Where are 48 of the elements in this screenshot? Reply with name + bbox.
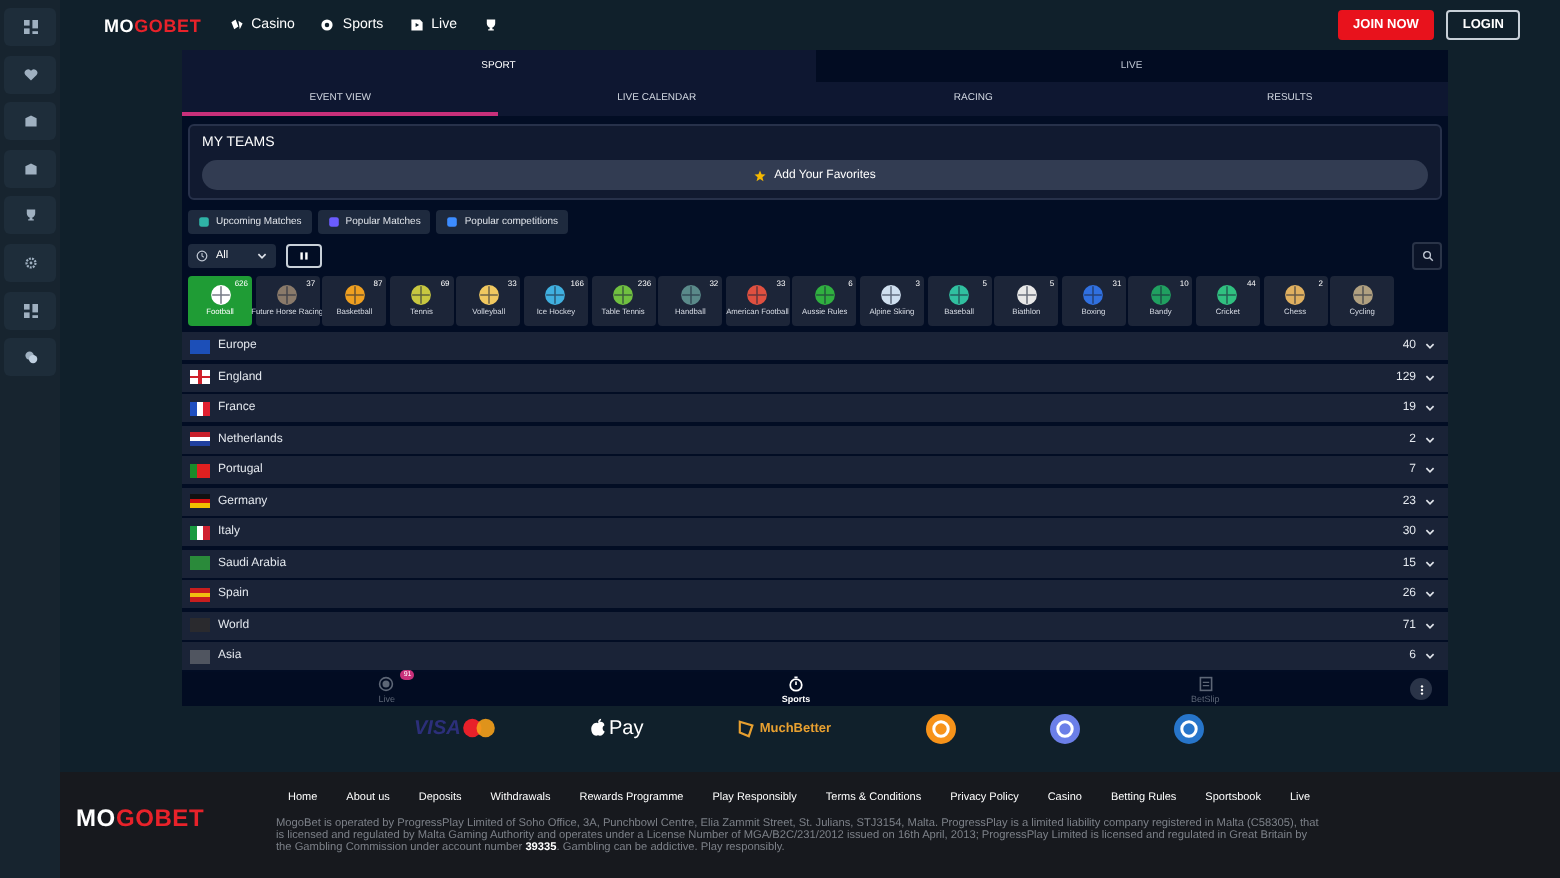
heart-button[interactable] — [4, 55, 56, 94]
receipt-icon — [1197, 675, 1214, 691]
live-icon — [378, 675, 395, 691]
chevron-down-icon — [1424, 464, 1436, 476]
chevron-down-icon — [1424, 526, 1436, 538]
grid-button[interactable] — [4, 291, 56, 330]
grid-icon — [23, 20, 37, 34]
building-icon — [23, 114, 37, 129]
settings-button[interactable] — [4, 243, 56, 282]
more-button[interactable] — [1410, 678, 1433, 700]
chevron-down-icon — [1424, 588, 1436, 600]
grid-button[interactable] — [4, 8, 56, 46]
chevron-down-icon — [1424, 340, 1436, 352]
heart-icon — [23, 67, 37, 82]
chips-button[interactable] — [4, 338, 56, 377]
settings-icon — [23, 255, 37, 270]
chevron-down-icon — [1424, 650, 1436, 662]
chevron-down-icon — [256, 250, 268, 262]
chevron-down-icon — [1424, 371, 1436, 383]
chevron-down-icon — [1424, 402, 1436, 414]
trophy-button[interactable] — [483, 18, 497, 32]
mogobet-logo[interactable]: MOGOBET — [76, 804, 205, 832]
trophy-button[interactable] — [4, 196, 56, 235]
clock-icon — [196, 250, 208, 262]
cards-icon — [229, 18, 244, 32]
building-button[interactable] — [4, 102, 56, 141]
chevron-down-icon — [1424, 433, 1436, 445]
chevron-down-icon — [1424, 619, 1436, 631]
chips-icon — [23, 350, 37, 365]
apple-pay-logo: Pay — [590, 717, 644, 739]
search-icon — [1421, 250, 1433, 262]
building-button[interactable] — [4, 149, 56, 188]
view-toggle-button[interactable] — [286, 244, 322, 268]
search-button[interactable] — [1412, 242, 1442, 270]
mogobet-logo[interactable]: MOGOBET — [104, 15, 202, 35]
ball-icon — [320, 18, 335, 32]
chevron-down-icon — [1424, 495, 1436, 507]
grid-icon — [23, 303, 37, 318]
star-icon — [754, 169, 767, 181]
play-icon — [409, 18, 424, 32]
chevron-down-icon — [1424, 557, 1436, 569]
stopwatch-icon — [788, 675, 804, 691]
columns-icon — [298, 250, 310, 262]
building-icon — [23, 161, 37, 176]
trophy-icon — [483, 18, 497, 32]
more-icon — [1415, 683, 1428, 695]
trophy-icon — [23, 208, 37, 223]
visa-mastercard-logo: VISA — [414, 717, 497, 739]
